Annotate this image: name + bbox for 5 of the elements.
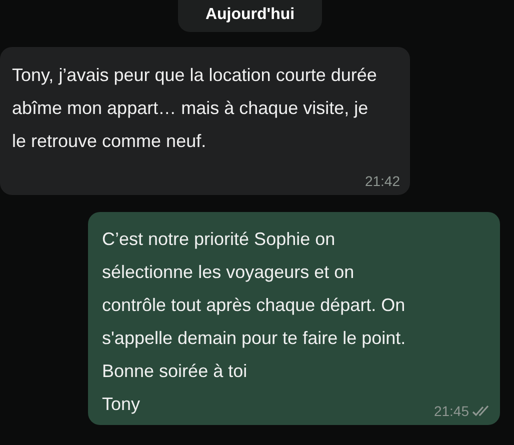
message-text: Tony, j’avais peur que la location courte durée abîme mon appart… mais à chaque visite, je le retrouve comme neuf. (12, 64, 378, 153)
message-time: 21:45 (434, 403, 469, 419)
date-chip: Aujourd'hui (178, 0, 322, 32)
message-text: C’est notre priorité Sophie on sélectionne les voyageurs et on contrôle tout après chaque départ. On s'appelle demain pour te faire le point. Bonne soirée à toi Tony (102, 228, 407, 416)
message-time: 21:42 (364, 173, 400, 189)
